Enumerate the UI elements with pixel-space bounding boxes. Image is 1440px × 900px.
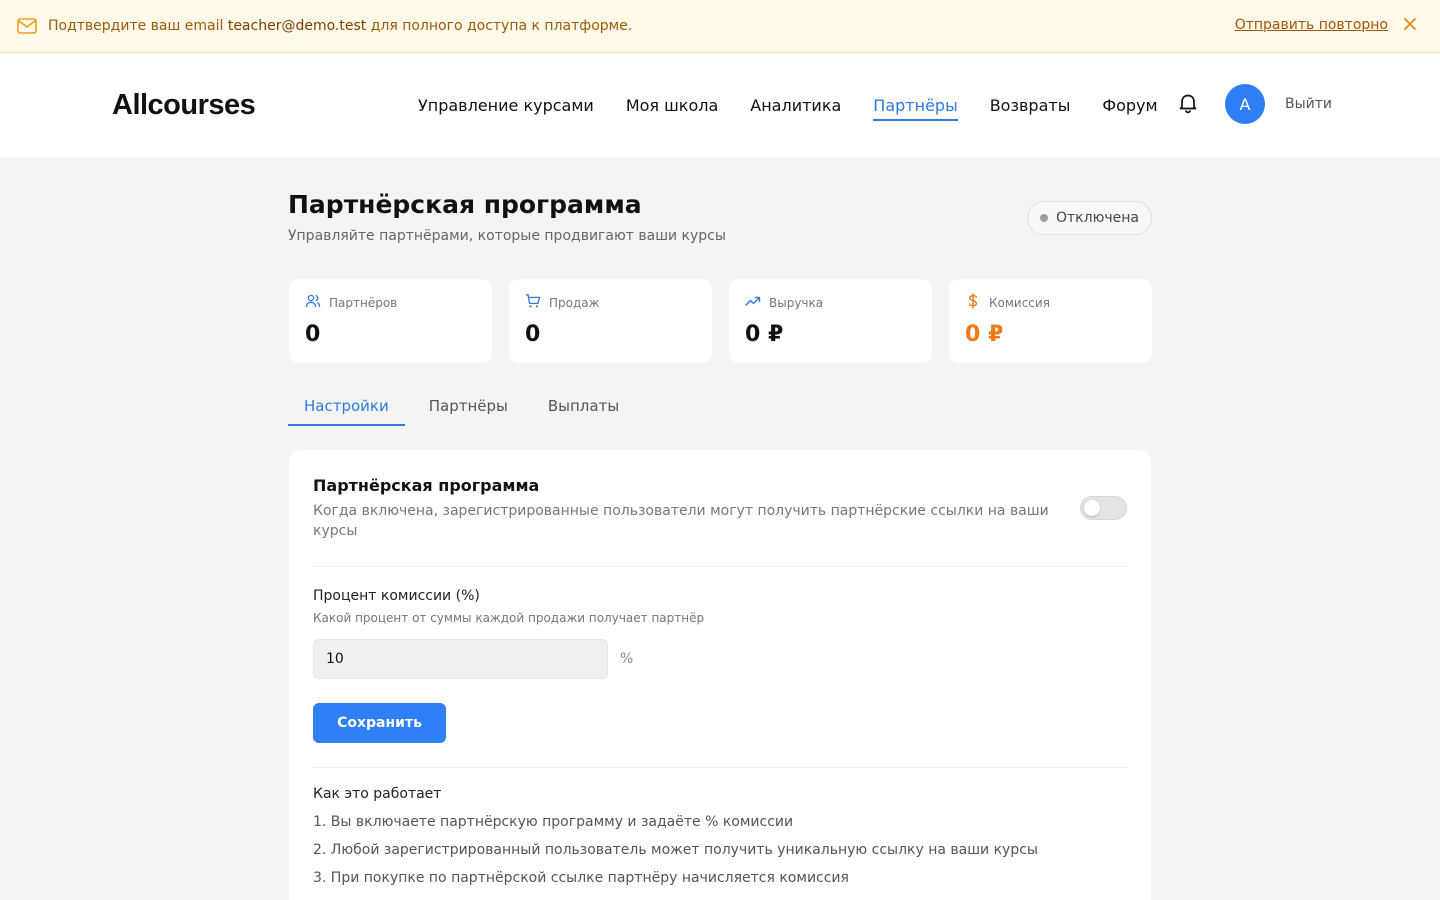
commission-unit: % — [620, 651, 634, 667]
status-badge: Отключена — [1027, 201, 1152, 235]
nav-item-my-school[interactable]: Моя школа — [626, 90, 718, 121]
divider — [313, 566, 1127, 567]
tab-payouts[interactable]: Выплаты — [532, 386, 635, 426]
program-toggle[interactable] — [1080, 496, 1127, 520]
how-it-works-item: 3. При покупке по партнёрской ссылке пар… — [313, 870, 849, 886]
settings-panel: Партнёрская программа Когда включена, за… — [289, 450, 1151, 900]
stat-card-partners: Партнёров 0 — [289, 279, 492, 363]
stat-value: 0 ₽ — [965, 322, 1004, 347]
nav-item-forum[interactable]: Форум — [1102, 90, 1157, 121]
stat-card-sales: Продаж 0 — [509, 279, 712, 363]
nav-item-courses[interactable]: Управление курсами — [418, 90, 594, 121]
tab-settings[interactable]: Настройки — [288, 386, 405, 426]
stat-label: Комиссия — [989, 295, 1050, 310]
email-verification-banner: Подтвердите ваш email teacher@demo.test … — [0, 0, 1440, 53]
logout-button[interactable]: Выйти — [1285, 96, 1332, 112]
main-nav: Управление курсами Моя школа Аналитика П… — [418, 53, 1190, 157]
stat-value: 0 — [525, 322, 541, 347]
cart-icon — [525, 293, 549, 312]
program-description: Когда включена, зарегистрированные польз… — [313, 503, 1049, 539]
how-it-works-title: Как это работает — [313, 786, 442, 802]
page-title: Партнёрская программа — [288, 190, 642, 219]
stat-card-revenue: Выручка 0 ₽ — [729, 279, 932, 363]
stat-label: Партнёров — [329, 295, 398, 310]
status-dot — [1040, 214, 1048, 222]
commission-label: Процент комиссии (%) — [313, 588, 480, 604]
nav-item-analytics[interactable]: Аналитика — [750, 90, 841, 121]
users-icon — [305, 293, 329, 312]
stat-label: Продаж — [549, 295, 600, 310]
close-icon[interactable] — [1402, 16, 1418, 32]
mail-icon — [16, 15, 38, 37]
divider — [313, 767, 1127, 768]
commission-hint: Какой процент от суммы каждой продажи по… — [313, 611, 705, 625]
how-it-works-item: 2. Любой зарегистрированный пользователь… — [313, 842, 1038, 858]
stat-value: 0 — [305, 322, 321, 347]
tab-partners[interactable]: Партнёры — [413, 386, 524, 426]
top-header: Allcourses Управление курсами Моя школа … — [0, 53, 1440, 157]
stat-value: 0 ₽ — [745, 322, 784, 347]
how-it-works-item: 1. Вы включаете партнёрскую программу и … — [313, 814, 794, 830]
resend-email-link[interactable]: Отправить повторно — [1235, 17, 1388, 33]
nav-item-refunds[interactable]: Возвраты — [990, 90, 1071, 121]
program-title: Партнёрская программа — [313, 476, 540, 495]
bell-icon[interactable] — [1176, 91, 1200, 115]
avatar[interactable]: A — [1225, 84, 1265, 124]
status-label: Отключена — [1056, 210, 1139, 226]
stat-card-commission: Комиссия 0 ₽ — [949, 279, 1152, 363]
page-subtitle: Управляйте партнёрами, которые продвигаю… — [288, 228, 726, 244]
banner-message: Подтвердите ваш email teacher@demo.test … — [48, 18, 633, 34]
nav-item-partners[interactable]: Партнёры — [873, 90, 959, 121]
banner-email: teacher@demo.test — [227, 18, 367, 34]
save-button[interactable]: Сохранить — [313, 703, 446, 743]
trend-up-icon — [745, 293, 769, 312]
toggle-knob — [1084, 500, 1100, 516]
dollar-icon — [965, 293, 989, 312]
logo[interactable]: Allcourses — [112, 89, 256, 122]
commission-input[interactable] — [313, 639, 608, 679]
stat-label: Выручка — [769, 295, 824, 310]
tabs: Настройки Партнёры Выплаты — [288, 386, 643, 426]
